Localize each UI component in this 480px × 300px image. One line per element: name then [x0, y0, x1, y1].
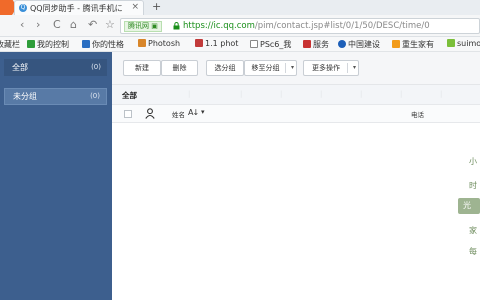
bookmark-item[interactable]: 服务: [303, 39, 329, 50]
browser-tab-strip: Q QQ同步助手 - 腾讯手机に × +: [0, 0, 480, 19]
chevron-down-icon: ▾: [352, 64, 356, 71]
watermark-text: 小: [469, 157, 478, 166]
new-tab-button[interactable]: +: [152, 0, 161, 13]
watermark-text: 每: [469, 247, 478, 256]
bookmarks-bar: 收藏栏 我的控制 你的性格 Photosh 1.1 phot PSc6_我 服务…: [0, 37, 480, 52]
bookmark-item[interactable]: 中国建设: [338, 39, 380, 50]
group-sidebar: 全部 (0) 未分组 (0): [0, 52, 112, 300]
bookmark-icon: [392, 40, 400, 48]
bookmark-item[interactable]: 收藏栏: [0, 39, 20, 50]
bookmark-icon: [338, 40, 346, 48]
column-header-name[interactable]: 姓名: [172, 109, 185, 119]
person-icon: [145, 108, 155, 119]
browser-tab[interactable]: Q QQ同步助手 - 腾讯手机に ×: [14, 0, 144, 15]
select-all-checkbox[interactable]: [124, 110, 132, 118]
column-header-phone: 电话: [411, 111, 424, 119]
bookmark-icon: [27, 40, 35, 48]
bookmark-icon: [303, 40, 311, 48]
reload-icon[interactable]: C: [53, 19, 61, 31]
more-actions-button[interactable]: 更多操作 ▾: [303, 60, 359, 76]
select-group-button[interactable]: 选分组: [206, 60, 244, 76]
section-title: 全部: [122, 91, 137, 100]
sidebar-item-count: (0): [91, 63, 101, 71]
url-text: https://ic.qq.com/pim/contact.jsp#list/0…: [183, 21, 430, 31]
bookmark-icon: [82, 40, 90, 48]
chevron-down-icon: ▾: [290, 64, 294, 71]
site-verify-badge[interactable]: 腾讯网 ▣: [124, 21, 162, 32]
tab-title: QQ同步助手 - 腾讯手机に: [30, 4, 123, 13]
favorite-star-icon[interactable]: ☆: [105, 19, 115, 31]
back-icon[interactable]: ‹: [20, 19, 24, 31]
watermark-text: 家: [469, 226, 478, 235]
sidebar-item-label: 全部: [12, 63, 28, 72]
forward-icon[interactable]: ›: [36, 19, 40, 31]
sidebar-item-label: 未分组: [13, 92, 37, 101]
undo-icon[interactable]: ↶: [88, 19, 97, 31]
bookmark-item[interactable]: PSc6_我: [250, 39, 291, 50]
bookmark-item[interactable]: 我的控制: [27, 39, 69, 50]
bookmark-item[interactable]: Photosh: [138, 39, 180, 48]
home-icon[interactable]: ⌂: [70, 19, 77, 31]
sidebar-item-all[interactable]: 全部 (0): [4, 59, 107, 76]
bookmark-item[interactable]: 重生家有: [392, 39, 434, 50]
watermark-text: 时: [469, 181, 478, 190]
toolbar: 新建 删除 选分组 移至分组 ▾ 更多操作 ▾: [112, 52, 480, 85]
contacts-app: 全部 (0) 未分组 (0) 新建 删除 选分组 移至分组 ▾ 更多操作 ▾ 全部 …: [0, 52, 480, 300]
sort-icon[interactable]: A↓: [188, 108, 199, 117]
address-bar[interactable]: 腾讯网 ▣ https://ic.qq.com/pim/contact.jsp#…: [120, 18, 480, 34]
new-contact-button[interactable]: 新建: [123, 60, 161, 76]
sidebar-item-count: (0): [90, 92, 100, 100]
browser-navbar: ‹ › C ⌂ ↶ ☆ 腾讯网 ▣ https://ic.qq.com/pim/…: [0, 15, 480, 37]
bookmark-icon: [447, 39, 455, 47]
table-header-row: 姓名 A↓ ▾ 电话: [112, 105, 480, 123]
lock-icon: [173, 22, 180, 30]
move-to-group-button[interactable]: 移至分组 ▾: [244, 60, 297, 76]
bookmark-icon: [138, 39, 146, 47]
bookmark-item[interactable]: 1.1 phot: [195, 39, 238, 48]
watermark-text: 光: [463, 201, 472, 210]
sidebar-item-ungrouped[interactable]: 未分组 (0): [4, 88, 107, 105]
bookmark-item[interactable]: 你的性格: [82, 39, 124, 50]
watermark: 小 时 光 家 每: [450, 148, 480, 268]
list-section-header: 全部 | | | | | | |: [112, 85, 480, 105]
bookmark-icon: [195, 39, 203, 47]
delete-button[interactable]: 删除: [161, 60, 198, 76]
contact-list-panel: 新建 删除 选分组 移至分组 ▾ 更多操作 ▾ 全部 | | | | | | | 姓…: [112, 52, 480, 300]
tab-close-icon[interactable]: ×: [131, 2, 139, 12]
qq-favicon-icon: Q: [19, 4, 27, 12]
bookmark-icon: [250, 40, 258, 48]
bookmark-item[interactable]: suimo: [447, 39, 480, 48]
chevron-down-icon[interactable]: ▾: [201, 108, 205, 116]
